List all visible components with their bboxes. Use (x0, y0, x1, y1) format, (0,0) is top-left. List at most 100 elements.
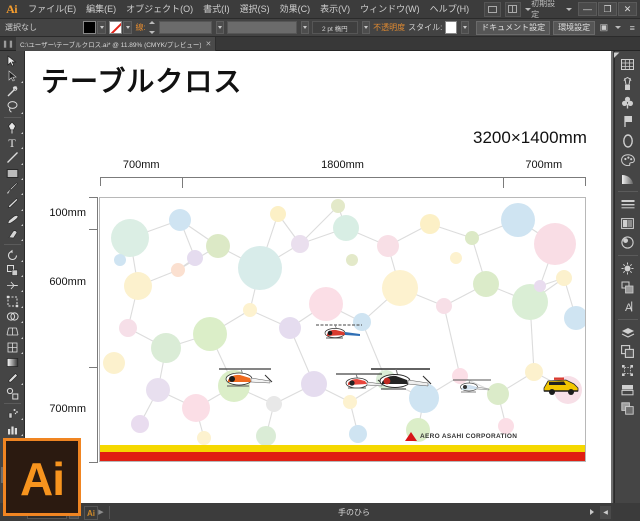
type-tool[interactable]: T (1, 135, 24, 150)
minimize-button[interactable]: — (578, 2, 598, 16)
dock-collapse-arrow-icon[interactable]: ◤ (614, 51, 621, 59)
menu-help[interactable]: ヘルプ(H) (425, 0, 475, 19)
transform-palette-icon[interactable]: ▣ (598, 21, 609, 34)
symbol-sprayer-tool[interactable] (1, 406, 24, 421)
fill-dropdown-icon[interactable] (97, 21, 107, 34)
blend-tool[interactable] (1, 386, 24, 401)
stroke-swatch-none[interactable] (109, 21, 123, 34)
bridge-icon[interactable] (484, 1, 501, 17)
panel-links[interactable] (616, 361, 640, 380)
preferences-button[interactable]: 環境設定 (553, 20, 596, 35)
panel-artboards[interactable] (616, 342, 640, 361)
eyedropper-tool[interactable] (1, 370, 24, 385)
hscroll-left-arrow-icon[interactable]: ◀ (600, 505, 611, 519)
panel-separations[interactable] (616, 380, 640, 399)
brush-definition-select[interactable]: 2 pt 楕円 (311, 21, 359, 34)
graphic-style-swatch[interactable] (445, 21, 458, 34)
panel-appearance[interactable] (616, 214, 640, 233)
rotate-tool[interactable] (1, 247, 24, 262)
stroke-profile-dropdown-icon[interactable] (300, 21, 309, 34)
fill-swatch[interactable] (83, 21, 97, 34)
control-bar-options-icon[interactable]: ≡ (627, 21, 638, 34)
direct-selection-tool[interactable] (1, 68, 24, 83)
panel-stroke[interactable] (616, 195, 640, 214)
paintbrush-tool[interactable] (1, 181, 24, 196)
menu-file[interactable]: ファイル(E) (23, 0, 81, 19)
menu-view[interactable]: 表示(V) (315, 0, 355, 19)
helicopter-blue-white-4 (371, 368, 432, 390)
maximize-button[interactable]: ❐ (598, 2, 618, 16)
stroke-weight-stepper[interactable] (148, 21, 155, 34)
panel-brushes[interactable] (616, 74, 640, 93)
width-tool[interactable] (1, 278, 24, 293)
panel-align[interactable] (616, 278, 640, 297)
panel-pathfinder[interactable] (616, 259, 640, 278)
menu-type[interactable]: 書式(I) (198, 0, 235, 19)
document-tab-bar: ❚❚ C:\ユーザー\テーブルクロス.ai* @ 11.89% (CMYK/プレ… (0, 36, 640, 51)
panel-character[interactable]: A (616, 297, 640, 316)
helicopter-orange-white-2 (219, 368, 273, 387)
panel-layers[interactable] (616, 323, 640, 342)
panel-transform[interactable] (616, 399, 640, 418)
mesh-tool[interactable] (1, 340, 24, 355)
workspace-chevron-down-icon[interactable] (566, 7, 573, 11)
panel-symbols[interactable] (616, 93, 640, 112)
panel-graphic-styles[interactable] (616, 233, 640, 252)
document-canvas[interactable]: テーブルクロス 3200×1400mm 700mm 1800mm 700mm 1… (25, 51, 613, 503)
taskbar-illustrator-button[interactable]: Ai (84, 506, 98, 520)
panel-transparency[interactable] (616, 131, 640, 150)
lasso-tool[interactable] (1, 99, 24, 114)
opacity-label[interactable]: 不透明度 (373, 22, 405, 33)
illustrator-window: Ai ファイル(E) 編集(E) オブジェクト(O) 書式(I) 選択(S) 効… (0, 0, 640, 521)
stroke-weight-input[interactable] (158, 21, 213, 34)
control-bar-chevron-down-icon[interactable] (614, 26, 621, 29)
menu-select[interactable]: 選択(S) (235, 0, 275, 19)
tab-bar-grip-icon[interactable]: ❚❚ (0, 37, 16, 51)
close-button[interactable]: ✕ (618, 2, 638, 16)
column-graph-tool[interactable] (1, 421, 24, 436)
brush-dropdown-icon[interactable] (362, 21, 371, 34)
stroke-dropdown-icon[interactable] (123, 21, 133, 34)
menu-object[interactable]: オブジェクト(O) (121, 0, 198, 19)
graphic-style-dropdown-icon[interactable] (461, 21, 470, 34)
gradient-tool[interactable] (1, 355, 24, 370)
stripe-red (100, 452, 585, 461)
scale-tool[interactable] (1, 263, 24, 278)
perspective-grid-tool[interactable] (1, 324, 24, 339)
document-setup-button[interactable]: ドキュメント設定 (476, 20, 551, 35)
stroke-weight-label: 線: (135, 23, 146, 32)
stroke-weight-dropdown-icon[interactable] (216, 21, 225, 34)
artboard-title: テーブルクロス (41, 67, 243, 98)
stroke-swatch-group[interactable] (109, 21, 133, 34)
line-segment-tool[interactable] (1, 150, 24, 165)
document-tab[interactable]: C:\ユーザー\テーブルクロス.ai* @ 11.89% (CMYK/プレビュー… (16, 36, 217, 51)
helicopter-black-red-3 (316, 324, 362, 339)
menu-edit[interactable]: 編集(E) (81, 0, 121, 19)
menu-effect[interactable]: 効果(C) (275, 0, 316, 19)
magic-wand-tool[interactable] (1, 84, 24, 99)
pen-tool[interactable] (1, 119, 24, 134)
selection-tool[interactable] (1, 53, 24, 68)
eraser-tool[interactable] (1, 227, 24, 242)
artwork-tablecloth-design[interactable]: AERO ASAHI CORPORATION (99, 197, 586, 462)
fill-swatch-group[interactable] (83, 21, 107, 34)
panel-gradient[interactable] (616, 169, 640, 188)
document-tab-close-icon[interactable]: ✕ (205, 40, 211, 48)
panel-color[interactable] (616, 150, 640, 169)
arrange-documents-icon[interactable] (504, 1, 522, 17)
stripe-yellow (100, 445, 585, 452)
stroke-profile-select[interactable] (227, 21, 297, 34)
style-label: スタイル: (408, 23, 443, 32)
panel-flag[interactable] (616, 112, 640, 131)
current-tool-status[interactable]: 手のひら (109, 505, 598, 519)
pencil-tool[interactable] (1, 196, 24, 211)
blob-brush-tool[interactable] (1, 212, 24, 227)
menu-window[interactable]: ウィンドウ(W) (355, 0, 425, 19)
free-transform-tool[interactable] (1, 293, 24, 308)
control-bar: 選択なし 線: 2 pt 楕円 不透明度 スタイル: ドキュメント設定 環境設定… (0, 19, 640, 37)
svg-text:T: T (8, 136, 16, 149)
shape-builder-tool[interactable] (1, 309, 24, 324)
rectangle-tool[interactable] (1, 166, 24, 181)
workspace-label[interactable]: 初期設定 (531, 0, 566, 20)
status-menu-arrow-icon[interactable] (590, 509, 594, 515)
